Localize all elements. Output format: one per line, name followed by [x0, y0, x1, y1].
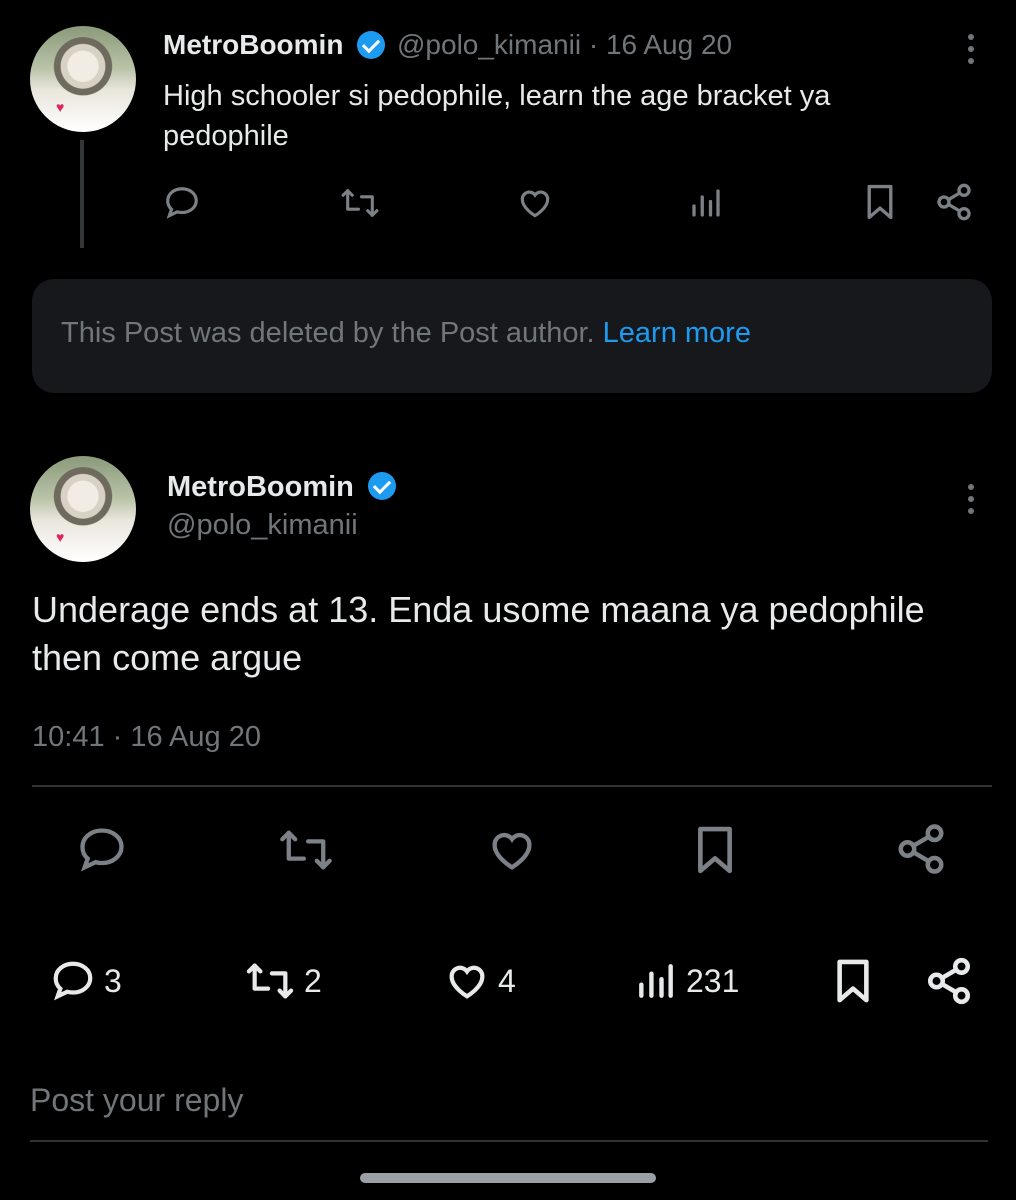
home-indicator[interactable]	[360, 1173, 656, 1183]
thread-line	[80, 140, 84, 248]
share-icon[interactable]	[894, 822, 948, 876]
divider	[32, 785, 992, 787]
like-icon	[444, 958, 490, 1004]
parent-tweet-header: MetroBoomin @polo_kimanii · 16 Aug 20	[163, 28, 732, 63]
deleted-notice-text: This Post was deleted by the Post author…	[61, 317, 595, 349]
like-icon[interactable]	[486, 824, 538, 876]
share-icon[interactable]	[924, 956, 974, 1006]
main-tweet-text: Underage ends at 13. Enda usome maana ya…	[32, 586, 992, 682]
reply-icon[interactable]	[163, 184, 201, 222]
main-handle[interactable]: @polo_kimanii	[167, 506, 396, 544]
reply-input[interactable]: Post your reply	[30, 1078, 988, 1142]
bookmark-icon[interactable]	[832, 956, 874, 1006]
repost-icon[interactable]	[340, 184, 380, 222]
main-tweet-author: MetroBoomin @polo_kimanii	[167, 468, 396, 544]
like-count: 4	[498, 962, 516, 999]
repost-icon[interactable]	[278, 824, 334, 876]
parent-date[interactable]: 16 Aug 20	[606, 29, 732, 60]
verified-badge-icon	[357, 30, 386, 59]
avatar-main[interactable]: ♥	[30, 456, 136, 562]
parent-display-name[interactable]: MetroBoomin	[163, 29, 343, 60]
parent-tweet-text: High schooler si pedophile, learn the ag…	[163, 76, 963, 156]
views-icon	[634, 958, 678, 1004]
avatar-parent[interactable]: ♥	[30, 26, 136, 132]
views-count-stat[interactable]: 231	[634, 958, 739, 1004]
reply-count-stat[interactable]: 3	[50, 958, 122, 1004]
bookmark-icon[interactable]	[862, 182, 898, 222]
like-count-stat[interactable]: 4	[444, 958, 516, 1004]
heart-sticker-icon: ♥	[56, 529, 65, 545]
like-icon[interactable]	[516, 184, 554, 222]
reply-placeholder: Post your reply	[30, 1082, 244, 1118]
heart-sticker-icon: ♥	[56, 99, 65, 115]
parent-separator: ·	[588, 29, 599, 60]
views-count: 231	[686, 962, 740, 999]
main-timestamp[interactable]: 10:41 · 16 Aug 20	[32, 717, 261, 757]
deleted-post-notice: This Post was deleted by the Post author…	[32, 279, 992, 393]
verified-badge-icon	[367, 472, 396, 501]
repost-count-stat[interactable]: 2	[244, 958, 322, 1004]
reply-icon	[50, 958, 96, 1004]
parent-text-line1: High schooler si pedophile, learn the ag…	[163, 80, 831, 112]
learn-more-link[interactable]: Learn more	[603, 317, 751, 349]
views-icon[interactable]	[688, 184, 724, 222]
parent-more-icon[interactable]	[967, 34, 975, 64]
main-more-icon[interactable]	[967, 484, 975, 514]
main-display-name[interactable]: MetroBoomin	[167, 471, 354, 503]
share-icon[interactable]	[934, 182, 974, 222]
repost-icon	[244, 958, 296, 1004]
bookmark-icon[interactable]	[692, 822, 738, 878]
main-text-line2: then come argue	[32, 637, 303, 678]
parent-text-line2: pedophile	[163, 120, 289, 152]
reply-count: 3	[104, 962, 122, 999]
reply-icon[interactable]	[76, 824, 128, 876]
main-text-line1: Underage ends at 13. Enda usome maana ya…	[32, 589, 925, 630]
repost-count: 2	[304, 962, 322, 999]
parent-handle[interactable]: @polo_kimanii	[397, 29, 581, 60]
